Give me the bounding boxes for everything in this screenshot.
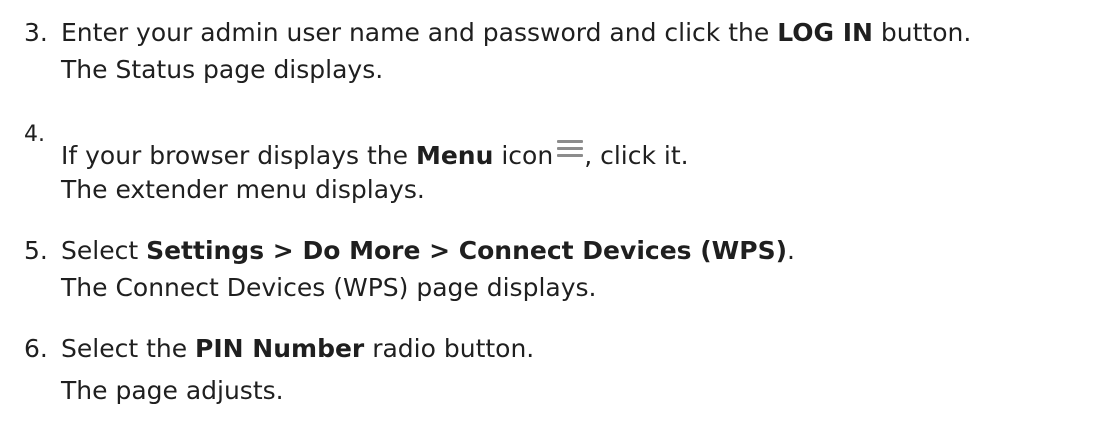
step-result: The extender menu displays. (61, 175, 425, 204)
step-instruction: Select the PIN Number radio button. (61, 334, 534, 364)
ui-term-log-in: LOG IN (777, 18, 873, 47)
ui-term-settings-path: Settings > Do More > Connect Devices (WP… (146, 236, 787, 265)
step-number: 6. (24, 334, 48, 363)
step-number: 5. (24, 236, 48, 265)
menu-hamburger-icon (557, 138, 584, 158)
step-result: The Connect Devices (WPS) page displays. (61, 273, 597, 302)
instruction-text: Enter your admin user name and password … (61, 18, 778, 47)
instruction-text: If your browser displays the (61, 141, 416, 170)
step-instruction: Enter your admin user name and password … (61, 18, 971, 48)
step-number: 3. (24, 18, 48, 47)
instruction-text: , click it. (584, 141, 689, 170)
instruction-text: button. (872, 18, 972, 47)
ui-term-pin-number: PIN Number (195, 334, 365, 363)
ui-term-menu: Menu (415, 141, 494, 170)
step-number: 4. (24, 122, 45, 147)
step-instruction: If your browser displays the Menu icon , … (61, 138, 689, 171)
step-result: The page adjusts. (61, 376, 284, 405)
instruction-text: radio button. (364, 334, 535, 363)
instruction-text: Select (61, 236, 147, 265)
instruction-text: . (787, 236, 795, 265)
instruction-text: icon (493, 141, 554, 170)
step-instruction: Select Settings > Do More > Connect Devi… (61, 236, 795, 266)
step-result: The Status page displays. (61, 55, 384, 84)
instruction-text: Select the (61, 334, 196, 363)
